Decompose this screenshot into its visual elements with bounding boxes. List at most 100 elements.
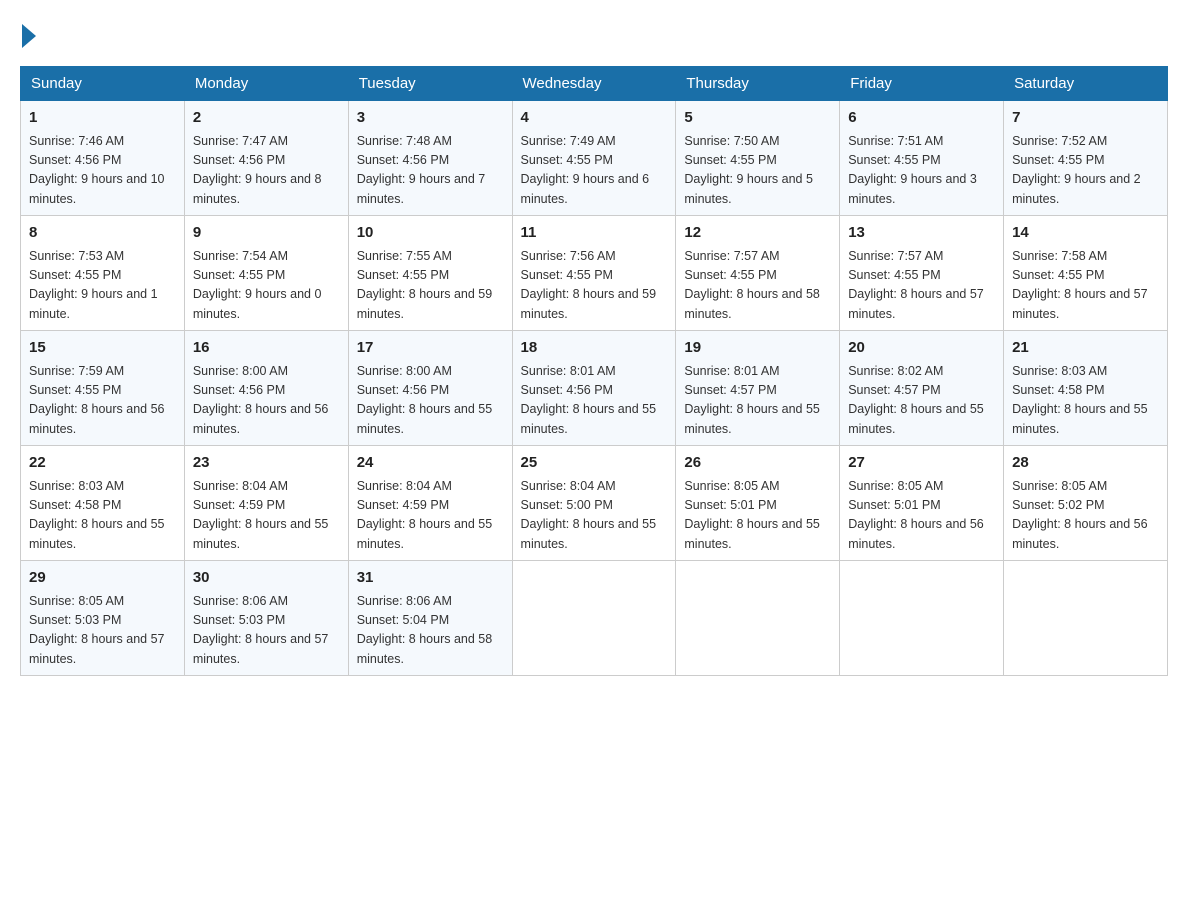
day-number: 29 xyxy=(29,567,176,590)
calendar-cell xyxy=(840,561,1004,676)
calendar-cell: 13Sunrise: 7:57 AMSunset: 4:55 PMDayligh… xyxy=(840,216,1004,331)
calendar-week-row: 1Sunrise: 7:46 AMSunset: 4:56 PMDaylight… xyxy=(21,101,1168,216)
calendar-cell: 30Sunrise: 8:06 AMSunset: 5:03 PMDayligh… xyxy=(184,561,348,676)
calendar-cell: 14Sunrise: 7:58 AMSunset: 4:55 PMDayligh… xyxy=(1004,216,1168,331)
calendar-cell: 21Sunrise: 8:03 AMSunset: 4:58 PMDayligh… xyxy=(1004,331,1168,446)
calendar-cell: 18Sunrise: 8:01 AMSunset: 4:56 PMDayligh… xyxy=(512,331,676,446)
day-info: Sunrise: 7:59 AMSunset: 4:55 PMDaylight:… xyxy=(29,362,176,440)
page-header xyxy=(20,20,1168,48)
calendar-cell: 15Sunrise: 7:59 AMSunset: 4:55 PMDayligh… xyxy=(21,331,185,446)
day-info: Sunrise: 7:56 AMSunset: 4:55 PMDaylight:… xyxy=(521,247,668,325)
calendar-week-row: 8Sunrise: 7:53 AMSunset: 4:55 PMDaylight… xyxy=(21,216,1168,331)
calendar-cell: 16Sunrise: 8:00 AMSunset: 4:56 PMDayligh… xyxy=(184,331,348,446)
day-number: 23 xyxy=(193,452,340,475)
calendar-cell: 12Sunrise: 7:57 AMSunset: 4:55 PMDayligh… xyxy=(676,216,840,331)
weekday-header-sunday: Sunday xyxy=(21,67,185,101)
day-info: Sunrise: 7:54 AMSunset: 4:55 PMDaylight:… xyxy=(193,247,340,325)
day-info: Sunrise: 8:02 AMSunset: 4:57 PMDaylight:… xyxy=(848,362,995,440)
calendar-cell: 26Sunrise: 8:05 AMSunset: 5:01 PMDayligh… xyxy=(676,446,840,561)
day-number: 2 xyxy=(193,107,340,130)
day-number: 11 xyxy=(521,222,668,245)
calendar-table: SundayMondayTuesdayWednesdayThursdayFrid… xyxy=(20,66,1168,676)
day-number: 19 xyxy=(684,337,831,360)
day-number: 13 xyxy=(848,222,995,245)
day-info: Sunrise: 7:57 AMSunset: 4:55 PMDaylight:… xyxy=(848,247,995,325)
weekday-header-wednesday: Wednesday xyxy=(512,67,676,101)
calendar-cell: 22Sunrise: 8:03 AMSunset: 4:58 PMDayligh… xyxy=(21,446,185,561)
calendar-cell: 6Sunrise: 7:51 AMSunset: 4:55 PMDaylight… xyxy=(840,101,1004,216)
day-info: Sunrise: 8:05 AMSunset: 5:03 PMDaylight:… xyxy=(29,592,176,670)
day-info: Sunrise: 8:03 AMSunset: 4:58 PMDaylight:… xyxy=(29,477,176,555)
day-number: 27 xyxy=(848,452,995,475)
day-number: 18 xyxy=(521,337,668,360)
calendar-cell: 2Sunrise: 7:47 AMSunset: 4:56 PMDaylight… xyxy=(184,101,348,216)
day-info: Sunrise: 7:47 AMSunset: 4:56 PMDaylight:… xyxy=(193,132,340,210)
day-number: 12 xyxy=(684,222,831,245)
day-number: 26 xyxy=(684,452,831,475)
calendar-cell: 17Sunrise: 8:00 AMSunset: 4:56 PMDayligh… xyxy=(348,331,512,446)
calendar-cell: 3Sunrise: 7:48 AMSunset: 4:56 PMDaylight… xyxy=(348,101,512,216)
day-number: 31 xyxy=(357,567,504,590)
day-number: 16 xyxy=(193,337,340,360)
weekday-header-friday: Friday xyxy=(840,67,1004,101)
day-info: Sunrise: 7:55 AMSunset: 4:55 PMDaylight:… xyxy=(357,247,504,325)
day-info: Sunrise: 7:51 AMSunset: 4:55 PMDaylight:… xyxy=(848,132,995,210)
day-info: Sunrise: 8:05 AMSunset: 5:01 PMDaylight:… xyxy=(684,477,831,555)
calendar-cell: 27Sunrise: 8:05 AMSunset: 5:01 PMDayligh… xyxy=(840,446,1004,561)
day-info: Sunrise: 8:05 AMSunset: 5:02 PMDaylight:… xyxy=(1012,477,1159,555)
day-number: 7 xyxy=(1012,107,1159,130)
day-number: 5 xyxy=(684,107,831,130)
calendar-cell: 19Sunrise: 8:01 AMSunset: 4:57 PMDayligh… xyxy=(676,331,840,446)
calendar-cell: 20Sunrise: 8:02 AMSunset: 4:57 PMDayligh… xyxy=(840,331,1004,446)
day-number: 30 xyxy=(193,567,340,590)
day-number: 3 xyxy=(357,107,504,130)
day-info: Sunrise: 7:46 AMSunset: 4:56 PMDaylight:… xyxy=(29,132,176,210)
day-info: Sunrise: 8:05 AMSunset: 5:01 PMDaylight:… xyxy=(848,477,995,555)
calendar-week-row: 29Sunrise: 8:05 AMSunset: 5:03 PMDayligh… xyxy=(21,561,1168,676)
day-info: Sunrise: 8:04 AMSunset: 4:59 PMDaylight:… xyxy=(193,477,340,555)
day-number: 21 xyxy=(1012,337,1159,360)
day-number: 24 xyxy=(357,452,504,475)
calendar-cell: 25Sunrise: 8:04 AMSunset: 5:00 PMDayligh… xyxy=(512,446,676,561)
day-info: Sunrise: 7:58 AMSunset: 4:55 PMDaylight:… xyxy=(1012,247,1159,325)
calendar-cell xyxy=(512,561,676,676)
day-info: Sunrise: 7:57 AMSunset: 4:55 PMDaylight:… xyxy=(684,247,831,325)
day-number: 25 xyxy=(521,452,668,475)
day-number: 4 xyxy=(521,107,668,130)
day-info: Sunrise: 7:49 AMSunset: 4:55 PMDaylight:… xyxy=(521,132,668,210)
calendar-week-row: 22Sunrise: 8:03 AMSunset: 4:58 PMDayligh… xyxy=(21,446,1168,561)
calendar-cell xyxy=(676,561,840,676)
day-number: 15 xyxy=(29,337,176,360)
day-number: 17 xyxy=(357,337,504,360)
calendar-cell: 23Sunrise: 8:04 AMSunset: 4:59 PMDayligh… xyxy=(184,446,348,561)
day-info: Sunrise: 8:01 AMSunset: 4:56 PMDaylight:… xyxy=(521,362,668,440)
calendar-cell: 31Sunrise: 8:06 AMSunset: 5:04 PMDayligh… xyxy=(348,561,512,676)
calendar-cell: 24Sunrise: 8:04 AMSunset: 4:59 PMDayligh… xyxy=(348,446,512,561)
day-number: 6 xyxy=(848,107,995,130)
day-number: 1 xyxy=(29,107,176,130)
weekday-header-monday: Monday xyxy=(184,67,348,101)
calendar-cell: 8Sunrise: 7:53 AMSunset: 4:55 PMDaylight… xyxy=(21,216,185,331)
calendar-cell: 29Sunrise: 8:05 AMSunset: 5:03 PMDayligh… xyxy=(21,561,185,676)
logo xyxy=(20,20,40,48)
day-info: Sunrise: 7:50 AMSunset: 4:55 PMDaylight:… xyxy=(684,132,831,210)
day-number: 14 xyxy=(1012,222,1159,245)
day-number: 8 xyxy=(29,222,176,245)
calendar-cell: 28Sunrise: 8:05 AMSunset: 5:02 PMDayligh… xyxy=(1004,446,1168,561)
day-info: Sunrise: 8:04 AMSunset: 4:59 PMDaylight:… xyxy=(357,477,504,555)
calendar-cell: 7Sunrise: 7:52 AMSunset: 4:55 PMDaylight… xyxy=(1004,101,1168,216)
weekday-header-row: SundayMondayTuesdayWednesdayThursdayFrid… xyxy=(21,67,1168,101)
day-number: 9 xyxy=(193,222,340,245)
day-number: 10 xyxy=(357,222,504,245)
day-number: 22 xyxy=(29,452,176,475)
day-info: Sunrise: 8:00 AMSunset: 4:56 PMDaylight:… xyxy=(357,362,504,440)
day-info: Sunrise: 8:06 AMSunset: 5:04 PMDaylight:… xyxy=(357,592,504,670)
calendar-cell xyxy=(1004,561,1168,676)
calendar-cell: 4Sunrise: 7:49 AMSunset: 4:55 PMDaylight… xyxy=(512,101,676,216)
calendar-cell: 5Sunrise: 7:50 AMSunset: 4:55 PMDaylight… xyxy=(676,101,840,216)
weekday-header-thursday: Thursday xyxy=(676,67,840,101)
day-info: Sunrise: 7:52 AMSunset: 4:55 PMDaylight:… xyxy=(1012,132,1159,210)
logo-arrow-icon xyxy=(22,24,36,48)
day-info: Sunrise: 7:53 AMSunset: 4:55 PMDaylight:… xyxy=(29,247,176,325)
calendar-cell: 10Sunrise: 7:55 AMSunset: 4:55 PMDayligh… xyxy=(348,216,512,331)
